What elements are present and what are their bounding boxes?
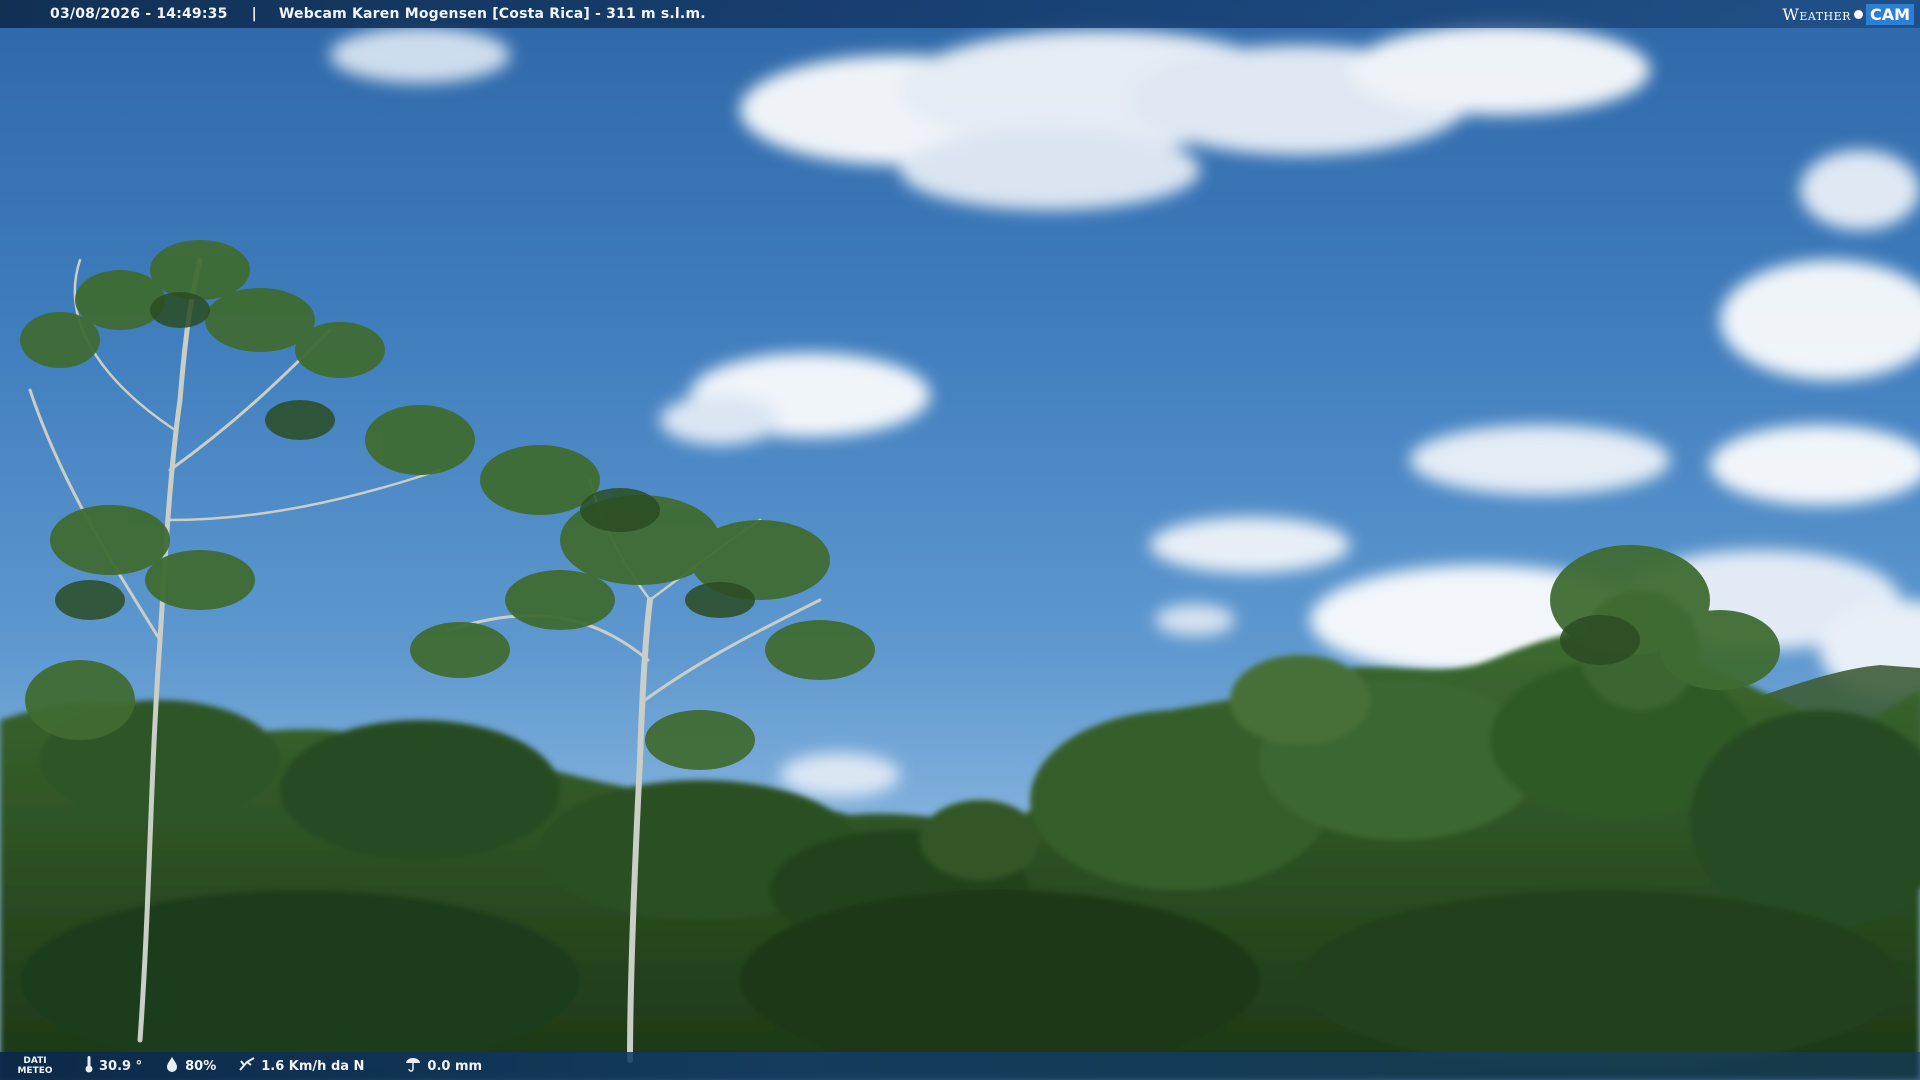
wind-icon <box>238 1056 256 1076</box>
humidity-reading: 80% <box>164 1056 216 1076</box>
wind-reading: 1.6 Km/h da N <box>238 1056 364 1076</box>
landscape-scene <box>0 25 1920 1080</box>
weathercam-logo: Weather CAM <box>1782 0 1914 28</box>
rain-reading: 0.0 mm <box>404 1056 482 1076</box>
meteo-label-line2: METEO <box>17 1066 53 1076</box>
forest-canopy <box>0 590 1920 1080</box>
datetime-text: 03/08/2026 - 14:49:35 <box>50 6 228 22</box>
header-separator: | <box>251 6 257 22</box>
drop-icon <box>164 1056 180 1076</box>
thermometer-icon <box>84 1055 94 1077</box>
logo-dot-icon <box>1853 9 1863 19</box>
rain-value: 0.0 mm <box>427 1058 483 1074</box>
webcam-title: Webcam Karen Mogensen [Costa Rica] - 311… <box>278 6 706 22</box>
rain-gauge-icon <box>404 1056 422 1076</box>
meteo-label-line1: DATI <box>23 1056 47 1066</box>
meteo-bar: DATI METEO 30.9 ° 80% 1.6 Km/h da N 0.0 … <box>0 1052 1920 1080</box>
wind-value: 1.6 Km/h da N <box>261 1058 365 1074</box>
temperature-reading: 30.9 ° <box>84 1055 142 1077</box>
temperature-value: 30.9 ° <box>99 1058 143 1074</box>
logo-weather-text: Weather <box>1782 4 1851 24</box>
humidity-value: 80% <box>185 1058 217 1074</box>
logo-cam-text: CAM <box>1865 3 1914 25</box>
header-bar: 03/08/2026 - 14:49:35 | Webcam Karen Mog… <box>0 0 1920 28</box>
meteo-label: DATI METEO <box>8 1056 62 1076</box>
webcam-image: 03/08/2026 - 14:49:35 | Webcam Karen Mog… <box>0 0 1920 1080</box>
